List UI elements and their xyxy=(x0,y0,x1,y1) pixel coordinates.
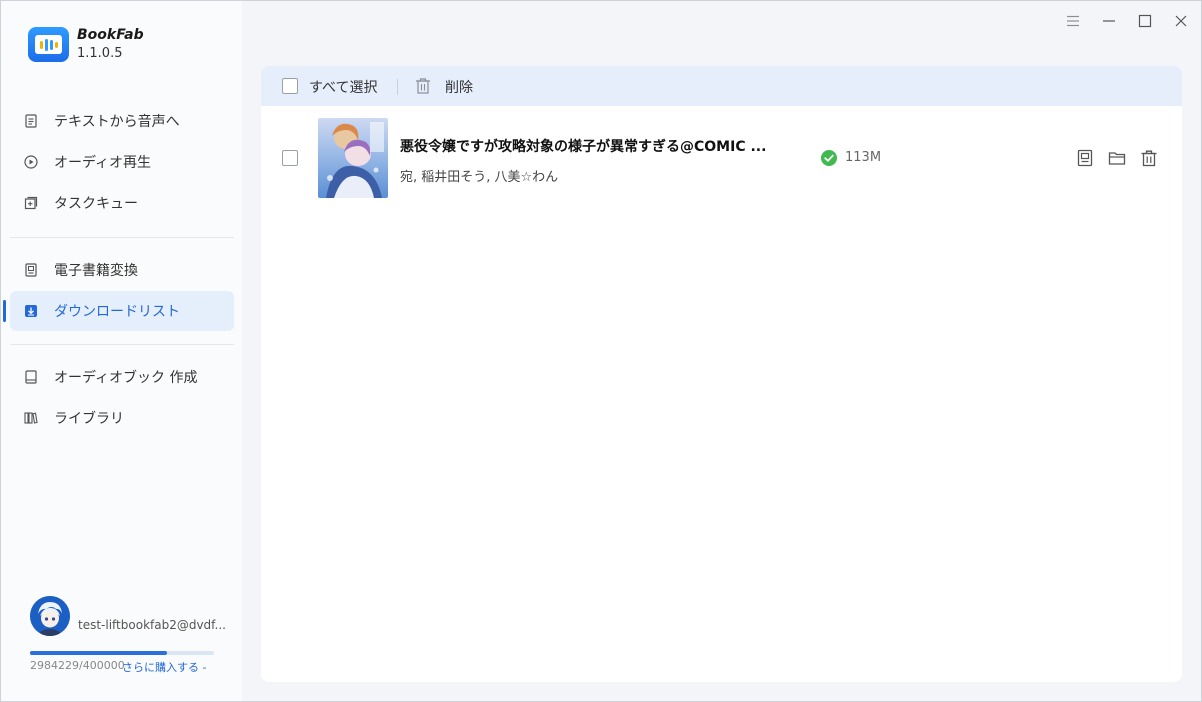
check-circle-icon xyxy=(821,150,837,166)
library-icon xyxy=(24,411,38,425)
user-email: test-liftbookfab2@dvdf... xyxy=(78,618,226,632)
select-all-label[interactable]: すべて選択 xyxy=(309,77,377,97)
delete-label[interactable]: 削除 xyxy=(445,77,473,97)
quota-progress-fill xyxy=(30,651,168,655)
nav-item-audiobook-create[interactable]: オーディオブック 作成 xyxy=(10,357,234,397)
nav-label: オーディオ再生 xyxy=(54,155,152,171)
nav-label: タスクキュー xyxy=(54,196,138,212)
minimize-button[interactable] xyxy=(1099,13,1119,33)
menu-icon xyxy=(1066,15,1080,31)
nav-divider xyxy=(10,344,234,345)
nav-item-text-to-speech[interactable]: テキストから音声へ xyxy=(10,101,234,141)
toolbar-separator xyxy=(397,79,398,95)
nav-label: テキストから音声へ xyxy=(54,114,180,130)
quota-text: 2984229/4000000 xyxy=(30,659,125,672)
nav-item-task-queue[interactable]: タスクキュー xyxy=(10,183,234,223)
document-icon xyxy=(24,114,38,128)
nav-item-download-list[interactable]: ダウンロードリスト xyxy=(10,291,234,331)
app-window: BookFab 1.1.0.5 テキストから音声へ オーディオ再生 タスクキュー xyxy=(0,0,1202,702)
active-indicator xyxy=(3,300,6,322)
download-list-panel: すべて選択 削除 悪役令嬢ですが攻略対象の様子が異常すぎる@COMIC ... … xyxy=(261,66,1182,682)
trash-icon[interactable] xyxy=(1140,149,1158,167)
nav-item-ebook-convert[interactable]: 電子書籍変換 xyxy=(10,250,234,290)
book-title: 悪役令嬢ですが攻略対象の様子が異常すぎる@COMIC ... xyxy=(400,139,767,155)
add-square-icon xyxy=(24,196,38,210)
nav-label: オーディオブック 作成 xyxy=(54,370,198,386)
nav-label: ライブラリ xyxy=(54,411,124,427)
nav-divider xyxy=(10,237,234,238)
app-name: BookFab xyxy=(77,27,144,43)
select-all-checkbox[interactable] xyxy=(282,78,298,94)
book-cover-image xyxy=(318,118,388,198)
buy-more-link[interactable]: さらに購入する - xyxy=(122,659,206,675)
avatar[interactable] xyxy=(30,596,70,636)
maximize-icon xyxy=(1138,14,1152,32)
minimize-icon xyxy=(1102,15,1116,31)
close-button[interactable] xyxy=(1171,13,1191,33)
row-checkbox[interactable] xyxy=(282,150,298,166)
sidebar: BookFab 1.1.0.5 テキストから音声へ オーディオ再生 タスクキュー xyxy=(1,1,242,701)
play-circle-icon xyxy=(24,155,38,169)
app-version: 1.1.0.5 xyxy=(77,46,123,61)
nav-item-audio-playback[interactable]: オーディオ再生 xyxy=(10,142,234,182)
ebook-icon xyxy=(24,263,38,277)
maximize-button[interactable] xyxy=(1135,13,1155,33)
folder-icon[interactable] xyxy=(1108,149,1126,167)
toolbar: すべて選択 削除 xyxy=(261,66,1182,106)
ebook-icon[interactable] xyxy=(1076,149,1094,167)
close-icon xyxy=(1174,14,1188,32)
nav-item-library[interactable]: ライブラリ xyxy=(10,398,234,438)
app-logo-icon xyxy=(28,27,69,62)
book-author: 宛, 稲井田そう, 八美☆わん xyxy=(400,170,559,185)
nav-label: ダウンロードリスト xyxy=(54,304,180,320)
book-icon xyxy=(24,370,38,384)
file-size: 113M xyxy=(845,150,882,165)
quota-progress-bar xyxy=(30,651,214,655)
nav-label: 電子書籍変換 xyxy=(54,263,138,279)
menu-button[interactable] xyxy=(1063,13,1083,33)
trash-icon[interactable] xyxy=(415,77,431,99)
download-icon xyxy=(24,304,38,318)
